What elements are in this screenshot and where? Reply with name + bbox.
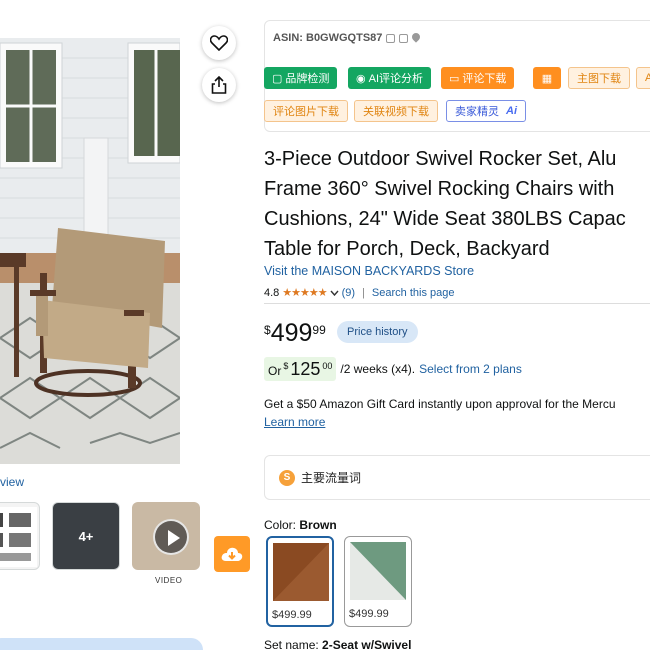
asin-label: ASIN: B0GWGQTS87 — [273, 32, 383, 44]
swatch-price: $499.99 — [349, 608, 389, 620]
product-title: 3-Piece Outdoor Swivel Rocker Set, Alu F… — [264, 144, 650, 264]
price-whole: 499 — [270, 319, 313, 347]
payment-plan-row: Or $ 125 00 /2 weeks (x4). Select from 2… — [264, 356, 522, 382]
price: $ 499 99 — [264, 320, 326, 346]
view-link[interactable]: view — [0, 475, 24, 489]
traffic-keywords-label: 主要流量词 — [301, 471, 362, 485]
divider — [264, 303, 650, 304]
video-label: VIDEO — [155, 576, 183, 585]
share-icon — [211, 76, 227, 94]
more-icon: A — [645, 72, 650, 84]
color-selector-label: Color: Brown — [264, 518, 337, 532]
ai-icon: ◉ — [356, 72, 366, 85]
selected-set-name: 2-Seat w/Swivel — [322, 638, 412, 650]
price-history-button[interactable]: Price history — [337, 321, 418, 343]
copy-icon[interactable] — [386, 33, 396, 43]
plan-whole: 125 — [290, 359, 321, 379]
title-line-1: 3-Piece Outdoor Swivel Rocker Set, Alu — [264, 148, 617, 170]
store-link[interactable]: Visit the MAISON BACKYARDS Store — [264, 264, 474, 278]
title-line-2: Frame 360° Swivel Rocking Chairs with — [264, 178, 615, 200]
price-currency: $ — [264, 323, 271, 337]
gift-card-offer: Get a $50 Amazon Gift Card instantly upo… — [264, 397, 616, 411]
select-plans-link[interactable]: Select from 2 plans — [419, 362, 522, 376]
seller-genie-icon: S — [279, 469, 295, 486]
plan-fraction: 00 — [322, 361, 333, 371]
rating-row: 4.8 ★★★★★ (9) | Search this page — [264, 286, 455, 300]
chevron-down-icon[interactable] — [330, 290, 339, 296]
brand-check-button[interactable]: ▢ 品牌检测 — [264, 67, 338, 89]
plan-currency: $ — [283, 361, 289, 371]
seller-genie-button[interactable]: 卖家精灵 Ai — [446, 100, 526, 122]
price-fraction: 99 — [312, 323, 326, 337]
related-video-download-button[interactable]: 关联视频下载 — [354, 100, 438, 122]
main-image-download-button[interactable]: 主图下载 — [568, 67, 630, 89]
export-icon[interactable] — [399, 33, 409, 43]
swatch-image — [350, 542, 406, 600]
swatch-image — [273, 543, 329, 601]
thumbnail-more[interactable]: 4+ — [52, 502, 120, 570]
plan-terms: /2 weeks (x4). — [340, 362, 416, 376]
separator: | — [362, 286, 365, 299]
calculator-icon: ▦ — [541, 72, 553, 85]
selected-color: Brown — [299, 518, 337, 532]
review-image-download-button[interactable]: 评论图片下载 — [264, 100, 348, 122]
square-icon: ▢ — [272, 72, 283, 85]
set-name-label: Set name: 2-Seat w/Swivel — [264, 638, 412, 650]
location-icon[interactable] — [412, 33, 420, 43]
more-images-count: 4+ — [78, 529, 94, 544]
star-rating-icon[interactable]: ★★★★★ — [282, 286, 327, 299]
thumbnail-1[interactable] — [0, 502, 40, 570]
asin-row: ASIN: B0GWGQTS87 — [273, 32, 420, 44]
main-product-image[interactable] — [0, 38, 180, 464]
bottom-bar[interactable] — [0, 638, 203, 650]
more-tools-button[interactable]: A — [636, 67, 650, 89]
share-button[interactable] — [202, 68, 236, 102]
cloud-download-icon — [221, 547, 243, 561]
play-icon[interactable] — [153, 519, 189, 555]
search-this-page-link[interactable]: Search this page — [372, 287, 455, 299]
calculator-button[interactable]: ▦ — [533, 67, 561, 89]
color-swatch-green[interactable]: $499.99 — [344, 536, 412, 627]
wishlist-button[interactable] — [202, 26, 236, 60]
title-line-3: Cushions, 24" Wide Seat 380LBS Capac — [264, 208, 626, 230]
title-line-4: Table for Porch, Deck, Backyard — [264, 238, 550, 260]
comment-icon: ▭ — [449, 72, 460, 85]
review-download-button[interactable]: ▭ 评论下载 — [441, 67, 515, 89]
heart-icon — [210, 35, 228, 51]
color-swatch-brown[interactable]: $499.99 — [266, 536, 334, 627]
thumbnail-video[interactable] — [132, 502, 200, 570]
seller-genie-ai-mark: Ai — [506, 105, 517, 117]
rating-value: 4.8 — [264, 286, 280, 299]
plan-price-pill: Or $ 125 00 — [264, 357, 337, 381]
rating-count[interactable]: (9) — [342, 287, 355, 299]
learn-more-link[interactable]: Learn more — [264, 415, 325, 429]
plan-or: Or — [268, 364, 282, 378]
traffic-keywords-panel[interactable]: S 主要流量词 — [264, 455, 650, 500]
cloud-download-button[interactable] — [214, 536, 250, 572]
swatch-price: $499.99 — [272, 609, 312, 621]
ai-review-button[interactable]: ◉ AI评论分析 — [348, 67, 432, 89]
